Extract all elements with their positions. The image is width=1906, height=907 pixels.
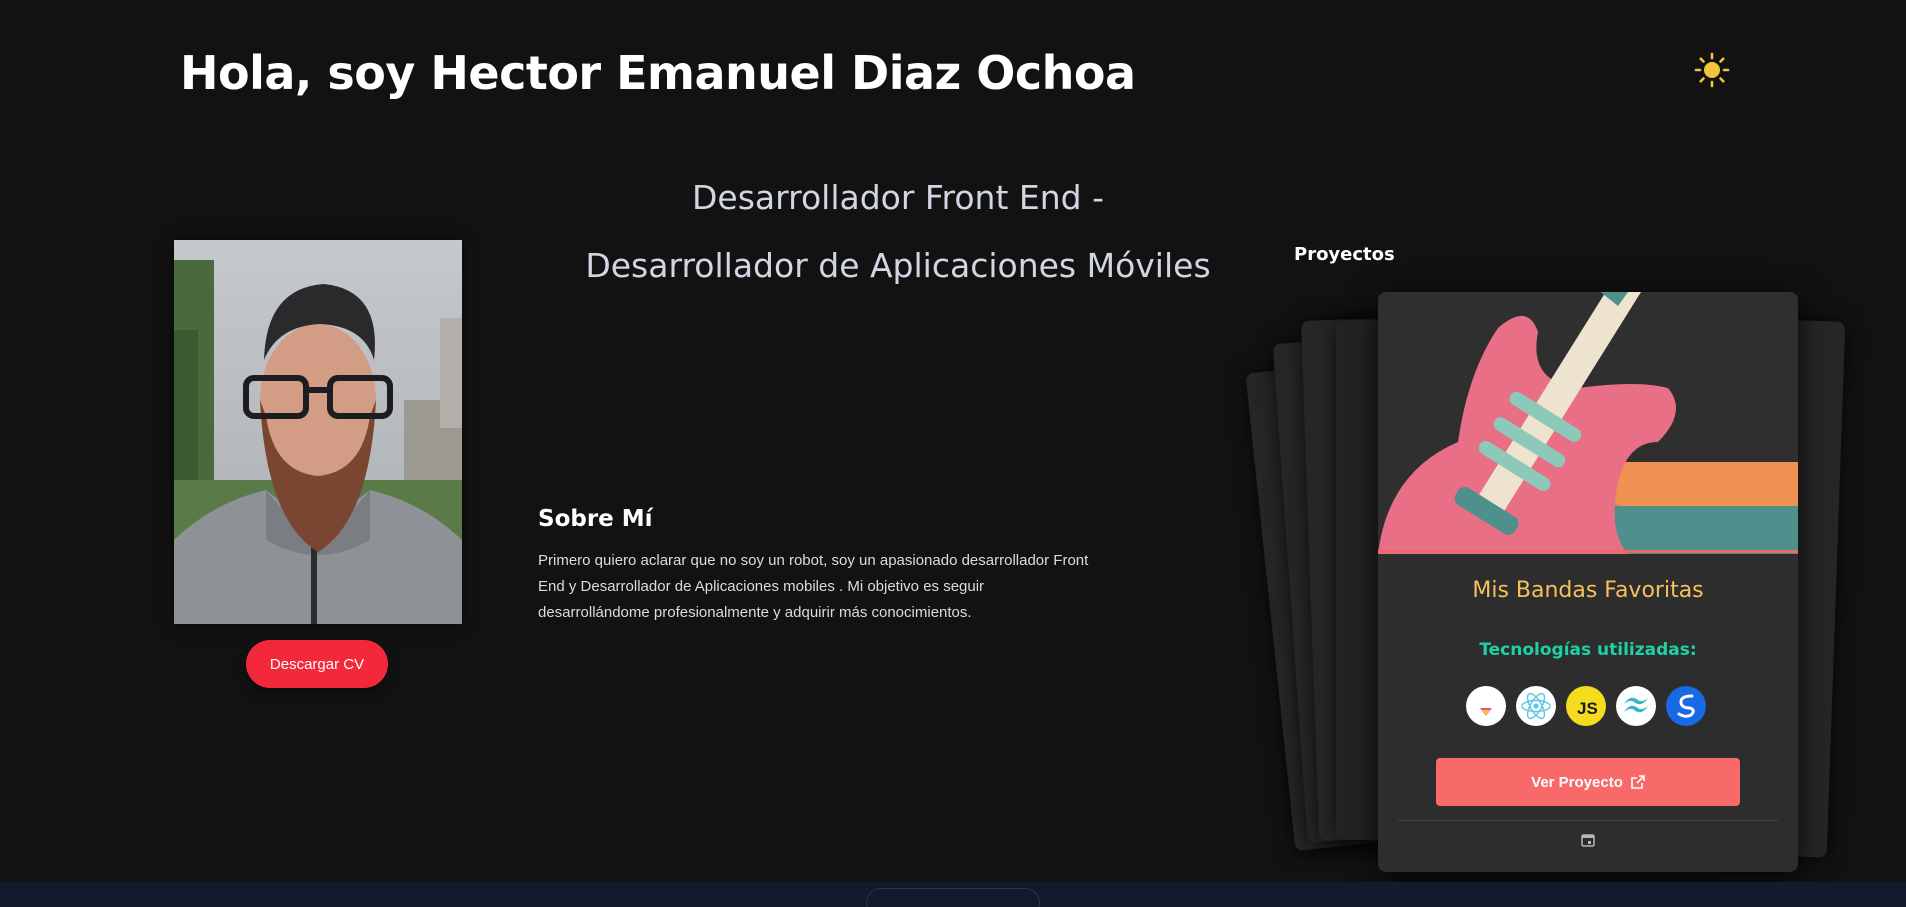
about-section: Sobre Mí Primero quiero aclarar que no s… [538, 506, 1130, 626]
about-title: Sobre Mí [538, 506, 653, 532]
page-title: Hola, soy Hector Emanuel Diaz Ochoa [180, 46, 1136, 100]
card-footer-divider [1398, 820, 1778, 821]
role-front-end: Desarrollador Front End - [692, 178, 1104, 217]
profile-photo [174, 240, 462, 624]
calendar-icon [1581, 834, 1595, 847]
card-divider [1378, 550, 1798, 553]
project-title: Mis Bandas Favoritas [1472, 578, 1704, 603]
download-cv-button[interactable]: Descargar CV [246, 640, 388, 688]
svg-text:JS: JS [1577, 699, 1598, 718]
technologies-label: Tecnologías utilizadas: [1479, 640, 1697, 660]
project-image [1378, 292, 1798, 572]
project-card[interactable]: Mis Bandas Favoritas Tecnologías utiliza… [1378, 292, 1798, 872]
react-icon [1516, 686, 1556, 726]
bottom-dock[interactable] [866, 888, 1040, 907]
view-project-button[interactable]: Ver Proyecto [1436, 758, 1740, 806]
view-project-label: Ver Proyecto [1531, 773, 1623, 791]
styled-icon [1666, 686, 1706, 726]
vite-icon [1466, 686, 1506, 726]
theme-toggle-button[interactable] [1694, 52, 1730, 88]
projects-heading: Proyectos [1294, 244, 1395, 265]
sun-icon [1694, 52, 1730, 88]
about-text: Primero quiero aclarar que no soy un rob… [538, 548, 1130, 626]
about-line: Primero quiero aclarar que no soy un rob… [538, 552, 1089, 569]
tailwind-icon [1616, 686, 1656, 726]
javascript-icon: JS [1566, 686, 1606, 726]
technologies-list: JS [1466, 686, 1706, 726]
about-line: End y Desarrollador de Aplicaciones mobi… [538, 578, 985, 595]
external-link-icon [1631, 775, 1645, 789]
about-line: desarrollándome profesionalmente y adqui… [538, 604, 972, 621]
